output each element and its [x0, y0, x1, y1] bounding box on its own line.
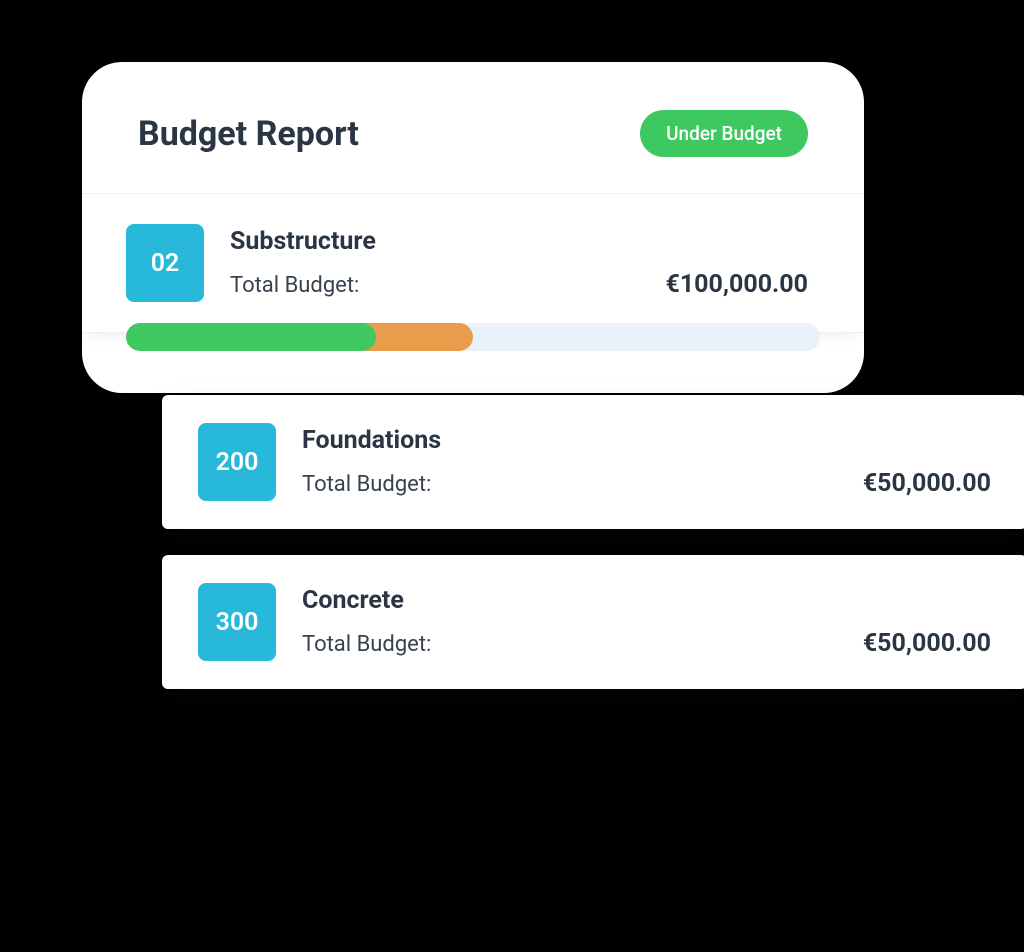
- progress-segment-green: [126, 323, 376, 351]
- budget-value: €100,000.00: [666, 270, 809, 299]
- subcategory-code-box: 200: [198, 423, 276, 501]
- subcategory-code: 300: [216, 608, 259, 637]
- sub-items-list: 200 Foundations Total Budget: €50,000.00…: [162, 395, 1024, 689]
- subcategory-row[interactable]: 300 Concrete Total Budget: €50,000.00: [162, 555, 1024, 689]
- budget-label: Total Budget:: [302, 632, 431, 657]
- subcategory-name: Foundations: [302, 426, 441, 455]
- budget-label: Total Budget:: [230, 273, 359, 298]
- progress-bar: [126, 323, 820, 351]
- subcategory-code: 200: [216, 448, 259, 477]
- category-code: 02: [151, 249, 180, 278]
- category-body: Substructure Total Budget: €100,000.00: [230, 227, 808, 299]
- subcategory-row[interactable]: 200 Foundations Total Budget: €50,000.00: [162, 395, 1024, 529]
- subcategory-code-box: 300: [198, 583, 276, 661]
- status-badge: Under Budget: [640, 110, 808, 157]
- category-code-box: 02: [126, 224, 204, 302]
- budget-report-card: Budget Report Under Budget 02 Substructu…: [82, 62, 864, 393]
- budget-value: €50,000.00: [863, 629, 991, 658]
- page-title: Budget Report: [138, 114, 359, 154]
- card-header: Budget Report Under Budget: [82, 62, 864, 194]
- subcategory-body: Concrete Total Budget: €50,000.00: [302, 586, 991, 658]
- subcategory-body: Foundations Total Budget: €50,000.00: [302, 426, 991, 498]
- category-name: Substructure: [230, 227, 376, 256]
- subcategory-name: Concrete: [302, 586, 404, 615]
- category-row[interactable]: 02 Substructure Total Budget: €100,000.0…: [82, 194, 864, 333]
- budget-label: Total Budget:: [302, 472, 431, 497]
- budget-value: €50,000.00: [863, 469, 991, 498]
